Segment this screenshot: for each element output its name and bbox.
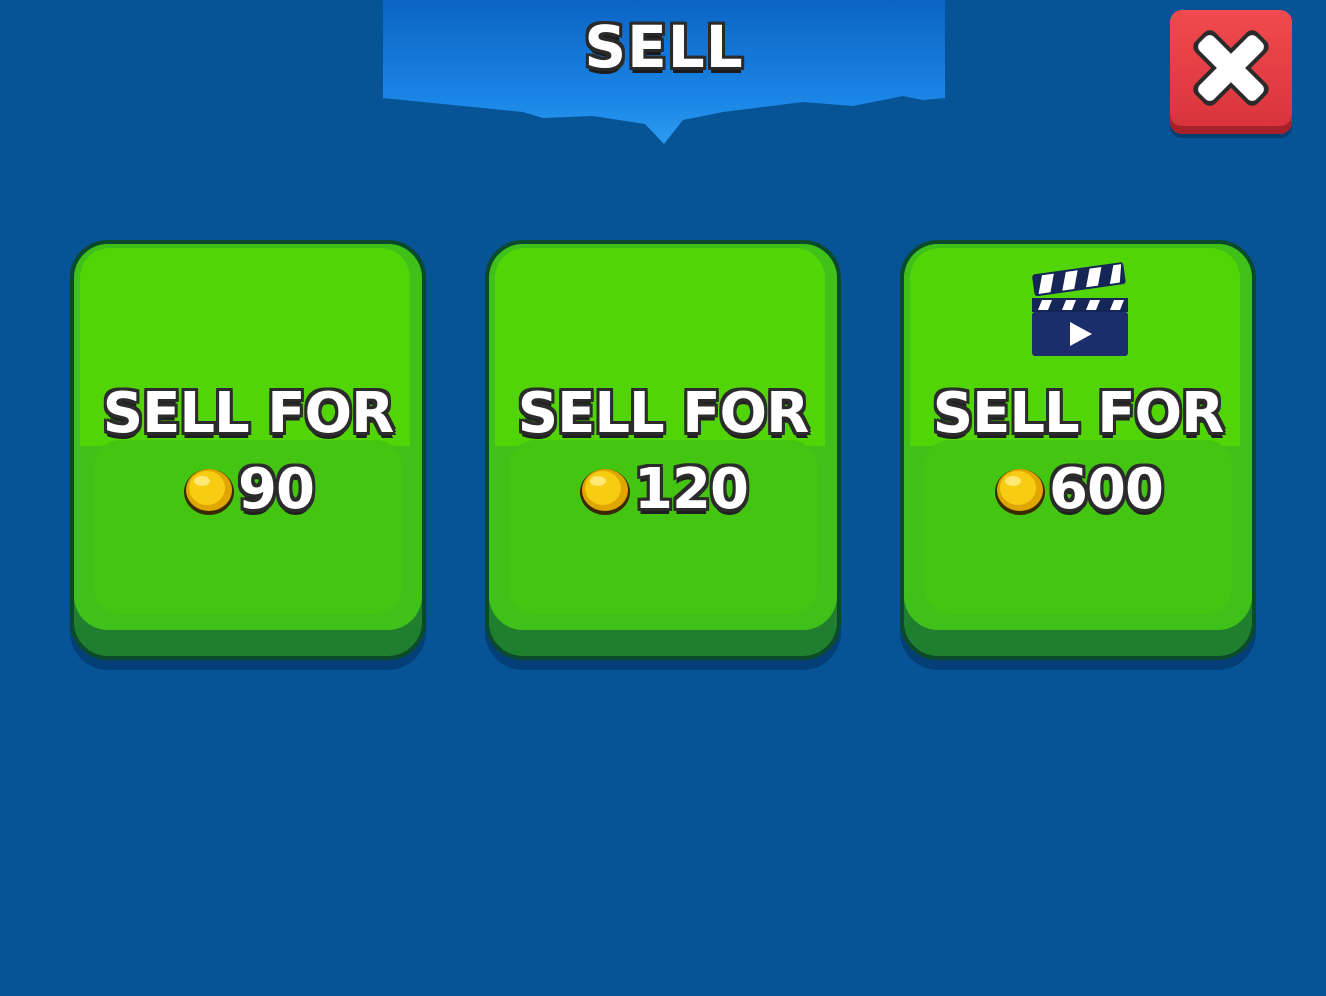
price-value: 600: [1049, 457, 1164, 522]
header-banner: SELL: [383, 0, 945, 146]
close-button[interactable]: [1170, 10, 1292, 134]
sell-for-label: SELL FOR: [517, 381, 809, 446]
video-clapperboard-icon: [1032, 262, 1128, 356]
price-row: 120: [489, 462, 837, 518]
sell-for-label: SELL FOR: [102, 381, 394, 446]
price-value: 120: [634, 457, 749, 522]
sell-screen: SELL SELL FOR 90 SELL FOR 120 SELL FOR 6…: [0, 0, 1326, 996]
coin-icon: [580, 469, 631, 515]
price-value: 90: [238, 457, 315, 522]
card-face: SELL FOR 90: [74, 244, 422, 630]
sell-option-1-button[interactable]: SELL FOR 90: [70, 240, 426, 660]
card-face: SELL FOR 600: [904, 244, 1252, 630]
page-title: SELL: [584, 13, 744, 81]
price-row: 90: [74, 462, 422, 518]
close-icon: [1193, 30, 1269, 106]
card-face: SELL FOR 120: [489, 244, 837, 630]
sell-option-3-video-button[interactable]: SELL FOR 600: [900, 240, 1256, 660]
sell-option-2-button[interactable]: SELL FOR 120: [485, 240, 841, 660]
coin-icon: [995, 469, 1046, 515]
sell-for-label: SELL FOR: [932, 381, 1224, 446]
price-row: 600: [904, 462, 1252, 518]
coin-icon: [184, 469, 235, 515]
